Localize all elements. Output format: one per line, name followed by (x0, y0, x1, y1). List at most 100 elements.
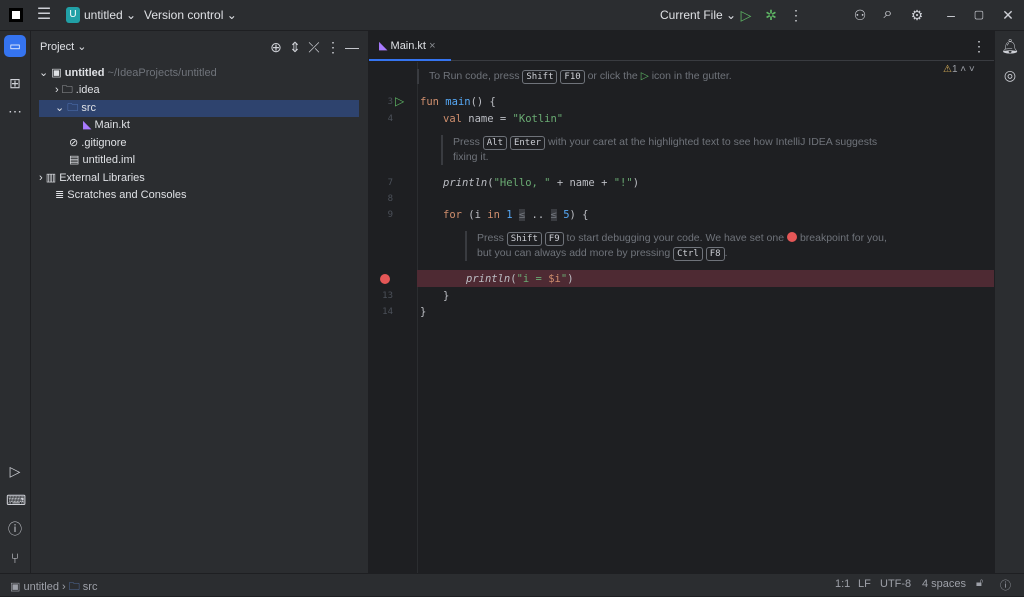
module-icon: ▣ (10, 581, 21, 593)
line-number: 7 (387, 178, 393, 188)
breadcrumb: ▣ untitled › 🗀 src (10, 581, 98, 593)
code-line: for (i in 1 ≤ .. ≤ 5) { (443, 209, 589, 221)
line-separator[interactable]: LF (858, 578, 871, 590)
project-badge[interactable]: U (66, 7, 80, 23)
tree-item-iml[interactable]: ▤ untitled.iml (69, 152, 135, 169)
maximize-icon[interactable]: ▢ (970, 7, 988, 23)
run-icon[interactable]: ▷ (737, 7, 755, 23)
collapse-all-icon[interactable]: ⤫ (305, 39, 323, 55)
ai-assistant-icon[interactable]: ◎ (1001, 67, 1019, 83)
structure-icon[interactable]: ⊞ (6, 75, 24, 91)
run-config-label: Current File (660, 8, 723, 22)
vcs-label: Version control (144, 8, 224, 22)
run-config-selector[interactable]: Current File ⌄ (660, 8, 736, 22)
tree-item-main-kt[interactable]: ◣ Main.kt (83, 117, 130, 134)
folder-icon: 🗀 (61, 84, 73, 96)
ignore-file-icon: ⊘ (69, 137, 79, 149)
terminal-icon[interactable]: ⌨ (6, 492, 26, 508)
inspections-icon[interactable]: ⓘ (1000, 577, 1011, 593)
search-icon[interactable]: ⌕ (879, 6, 897, 22)
code-line: fun main() { (420, 96, 496, 108)
tree-label: untitled.iml (82, 154, 136, 166)
debug-hint: Press Shift F9 to start debugging your c… (465, 231, 905, 261)
options-icon[interactable]: ⋮ (324, 39, 342, 55)
left-tool-stripe: ▭ ⊞ ⋯ ▷ ⌨ ⓘ ⑂ (0, 31, 31, 573)
gutter-divider (417, 62, 418, 573)
chevron-down-icon: ⌄ (726, 8, 737, 22)
code-line: println("Hello, " + name + "!") (443, 177, 640, 189)
editor-tabs (369, 31, 994, 61)
tree-label: .idea (75, 84, 100, 96)
tree-path: ~/IdeaProjects/untitled (107, 67, 217, 79)
code-line: println("i = $i") (466, 273, 574, 285)
notifications-icon[interactable]: 🔔︎ (1001, 38, 1019, 54)
locate-icon[interactable]: ⊕ (267, 39, 285, 55)
scratches-icon: ≣ (55, 189, 65, 201)
warnings-indicator[interactable]: ⚠1 ˄ ˅ (943, 64, 975, 75)
panel-title: Project (40, 41, 75, 53)
tree-item-idea[interactable]: › 🗀 .idea (55, 82, 100, 99)
code-line: } (443, 290, 450, 302)
line-number: 4 (387, 114, 393, 124)
project-view-selector[interactable]: Project ⌄ (40, 40, 87, 53)
tree-item-src[interactable]: ⌄ 🗀 src (39, 100, 359, 117)
kotlin-file-icon: ◣ (379, 40, 388, 52)
run-hint: To Run code, press Shift F10 or click th… (417, 69, 732, 84)
tree-label: untitled (64, 67, 105, 79)
kotlin-file-icon: ◣ (83, 119, 92, 131)
project-name: untitled (84, 8, 123, 22)
hide-panel-icon[interactable]: — (343, 39, 361, 55)
main-menu-icon[interactable]: ☰ (35, 7, 53, 23)
add-user-icon[interactable]: ⚇ (851, 7, 869, 23)
problems-icon[interactable]: ⓘ (6, 521, 24, 537)
tree-item-root[interactable]: ⌄ ▣ untitled ~/IdeaProjects/untitled (39, 65, 359, 82)
more-tools-icon[interactable]: ⋯ (6, 103, 24, 119)
line-number: 8 (387, 194, 393, 204)
line-number: 9 (387, 210, 393, 220)
git-icon[interactable]: ⑂ (6, 550, 24, 566)
app-logo[interactable] (9, 8, 23, 22)
breakpoint-icon (787, 232, 798, 242)
gutter-run-icon[interactable]: ▷ (395, 94, 404, 108)
tab-main-kt[interactable]: ◣ Main.kt × (369, 31, 451, 61)
tree-label: Main.kt (94, 119, 130, 131)
status-bar: ▣ untitled › 🗀 src 1:1 LF UTF-8 4 spaces… (0, 573, 1024, 596)
file-encoding[interactable]: UTF-8 (880, 578, 911, 590)
library-icon: ▥ (45, 172, 57, 184)
close-tab-icon[interactable]: × (429, 40, 435, 52)
breadcrumb-item[interactable]: src (83, 581, 98, 593)
expand-all-icon[interactable]: ⇕ (286, 39, 304, 55)
debug-icon[interactable]: ✲ (762, 7, 780, 23)
project-tool-button[interactable]: ▭ (4, 35, 26, 57)
tree-item-gitignore[interactable]: ⊘ .gitignore (69, 135, 127, 152)
folder-icon: 🗀 (67, 102, 79, 114)
intention-hint: Press Alt Enter with your caret at the h… (441, 135, 901, 165)
tab-label: Main.kt (390, 40, 426, 52)
chevron-down-icon: ⌄ (226, 8, 237, 22)
gutter-breakpoint-icon[interactable] (380, 274, 390, 284)
indent-setting[interactable]: 4 spaces (922, 578, 966, 590)
project-selector[interactable]: untitled ⌄ (84, 8, 136, 22)
services-icon[interactable]: ▷ (6, 463, 24, 479)
breadcrumb-item[interactable]: untitled (23, 581, 58, 593)
tree-item-external-libraries[interactable]: › ▥ External Libraries (39, 170, 145, 187)
lock-icon[interactable]: 🔓︎ (976, 577, 983, 590)
module-icon: ▣ (51, 67, 62, 79)
more-icon[interactable]: ⋮ (787, 7, 805, 23)
caret-position[interactable]: 1:1 (835, 578, 850, 590)
tab-options-icon[interactable]: ⋮ (970, 38, 988, 54)
chevron-down-icon: ⌄ (126, 8, 137, 22)
code-line: val name = "Kotlin" (443, 113, 564, 125)
tree-label: src (81, 102, 97, 114)
iml-file-icon: ▤ (69, 154, 80, 166)
settings-icon[interactable]: ⚙ (908, 7, 926, 23)
editor: ◣ Main.kt × ⋮ ⚠1 ˄ ˅ To Run code, press … (369, 31, 994, 573)
close-window-icon[interactable]: ✕ (999, 7, 1017, 23)
vcs-selector[interactable]: Version control ⌄ (144, 8, 237, 22)
tree-label: .gitignore (81, 137, 127, 149)
line-number: 3 (387, 97, 393, 107)
title-bar: ☰ U untitled ⌄ Version control ⌄ Current… (0, 0, 1024, 31)
minimize-icon[interactable]: – (942, 7, 960, 23)
tree-item-scratches[interactable]: ≣ Scratches and Consoles (55, 187, 187, 204)
warning-icon: ⚠ (943, 64, 952, 75)
